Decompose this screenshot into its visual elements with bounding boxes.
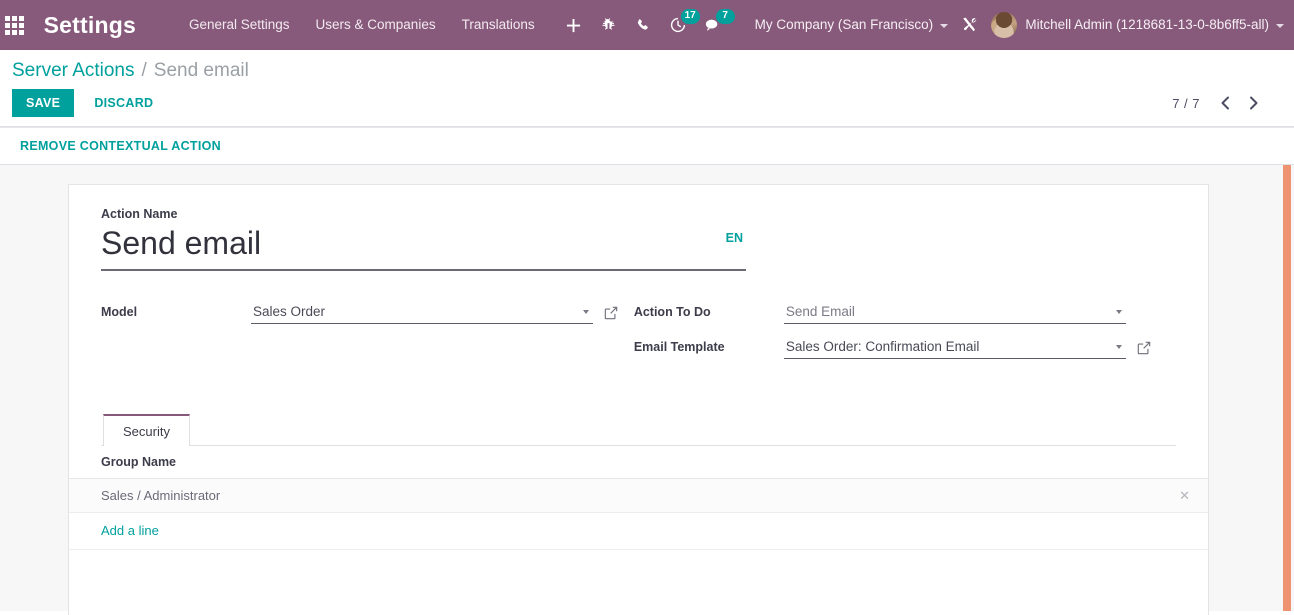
security-groups-table: Group Name Sales / Administrator ✕ Add a…	[69, 446, 1208, 615]
form-background: Action Name EN Model	[0, 165, 1294, 615]
apps-menu-toggle[interactable]	[0, 0, 30, 50]
menu-item-users-companies[interactable]: Users & Companies	[303, 0, 449, 50]
table-footer-row: Add a line	[69, 512, 1208, 550]
field-row-model: Model	[101, 301, 624, 328]
top-navbar: Settings General Settings Users & Compan…	[0, 0, 1294, 50]
user-name: Mitchell Admin (1218681-13-0-8b6ff5-all)	[1025, 17, 1269, 32]
chevron-down-icon[interactable]	[583, 310, 589, 314]
breadcrumb-separator: /	[141, 60, 147, 81]
tab-security[interactable]: Security	[103, 414, 190, 446]
model-label: Model	[101, 305, 138, 319]
action-to-do-label: Action To Do	[633, 305, 711, 319]
chevron-right-icon[interactable]	[1242, 92, 1264, 114]
messages-counter-badge: 7	[715, 9, 735, 24]
notebook: Security Group Name Sales / Administrato…	[69, 413, 1208, 615]
company-name: My Company (San Francisco)	[754, 17, 934, 32]
action-to-do-field-wrap	[783, 301, 1126, 324]
language-badge-en[interactable]: EN	[726, 231, 743, 245]
field-row-email-template: Email Template	[634, 336, 1176, 363]
systray: 17 7	[556, 0, 735, 50]
action-name-row: EN	[101, 223, 746, 271]
user-menu[interactable]: Mitchell Admin (1218681-13-0-8b6ff5-all)	[981, 0, 1294, 50]
email-template-label: Email Template	[633, 340, 725, 354]
bug-icon[interactable]	[591, 0, 626, 50]
save-button[interactable]: SAVE	[12, 89, 75, 117]
fields-grid: Model Sales Order Action To Do Send Emai…	[101, 301, 1176, 371]
breadcrumb-item-server-actions[interactable]: Server Actions	[12, 60, 135, 82]
model-external-link-icon[interactable]	[604, 306, 618, 320]
form-buttons-row: SAVE DISCARD 7 / 7	[0, 82, 1294, 126]
model-field-wrap	[251, 301, 593, 324]
notebook-tabs: Security	[101, 413, 1176, 446]
avatar	[991, 12, 1018, 38]
table-header-row: Group Name	[69, 446, 1208, 479]
app-brand-title: Settings	[43, 11, 136, 38]
main-menu: General Settings Users & Companies Trans…	[176, 0, 548, 50]
control-panel: Server Actions / Send email SAVE DISCARD…	[0, 50, 1294, 127]
menu-item-translations[interactable]: Translations	[449, 0, 548, 50]
column-header-group-name: Group Name	[69, 446, 1148, 479]
pager-value: 7 / 7	[1172, 95, 1200, 111]
messages-chat-icon[interactable]: 7	[696, 0, 735, 50]
tools-wrench-icon[interactable]	[958, 0, 981, 50]
cell-group-name[interactable]: Sales / Administrator	[69, 478, 1148, 513]
table-row[interactable]: Sales / Administrator ✕	[69, 478, 1208, 513]
fields-column-left: Model	[101, 301, 624, 371]
email-template-input[interactable]	[783, 336, 1126, 358]
email-template-external-link-icon[interactable]	[1137, 341, 1151, 355]
add-line-cell: Add a line	[69, 512, 1208, 550]
breadcrumb: Server Actions / Send email	[0, 50, 1294, 82]
breadcrumb-current: Send email	[153, 60, 249, 81]
action-name-label: Action Name	[101, 207, 178, 221]
action-to-do-select[interactable]	[783, 301, 1126, 323]
fields-column-right: Action To Do Email Template	[634, 301, 1176, 371]
chevron-left-icon[interactable]	[1214, 92, 1236, 114]
cell-delete: ✕	[1147, 478, 1208, 513]
pager: 7 / 7	[1172, 92, 1282, 114]
menu-item-general-settings[interactable]: General Settings	[176, 0, 303, 50]
discard-button[interactable]: DISCARD	[80, 89, 167, 117]
chevron-down-icon[interactable]	[1115, 310, 1122, 314]
company-switcher[interactable]: My Company (San Francisco)	[745, 0, 959, 50]
chevron-down-icon	[1276, 24, 1284, 28]
table-empty-space	[69, 550, 1208, 615]
column-header-actions	[1147, 446, 1208, 479]
chevron-down-icon	[940, 24, 949, 28]
close-x-icon[interactable]: ✕	[1179, 488, 1190, 503]
chevron-down-icon[interactable]	[1115, 345, 1122, 349]
phone-icon[interactable]	[626, 0, 661, 50]
action-name-input[interactable]	[101, 223, 746, 271]
apps-grid-icon	[5, 15, 25, 35]
contextual-action-bar: REMOVE CONTEXTUAL ACTION	[0, 127, 1294, 165]
form-sheet: Action Name EN Model	[68, 184, 1209, 615]
remove-contextual-action-button[interactable]: REMOVE CONTEXTUAL ACTION	[12, 137, 229, 155]
field-row-action-to-do: Action To Do	[634, 301, 1176, 328]
email-template-field-wrap	[783, 336, 1126, 359]
right-edge-strip	[1283, 165, 1291, 611]
plus-icon[interactable]	[556, 0, 591, 50]
add-a-line-button[interactable]: Add a line	[101, 523, 159, 538]
model-input[interactable]	[251, 301, 593, 323]
activity-clock-icon[interactable]: 17	[661, 0, 700, 50]
